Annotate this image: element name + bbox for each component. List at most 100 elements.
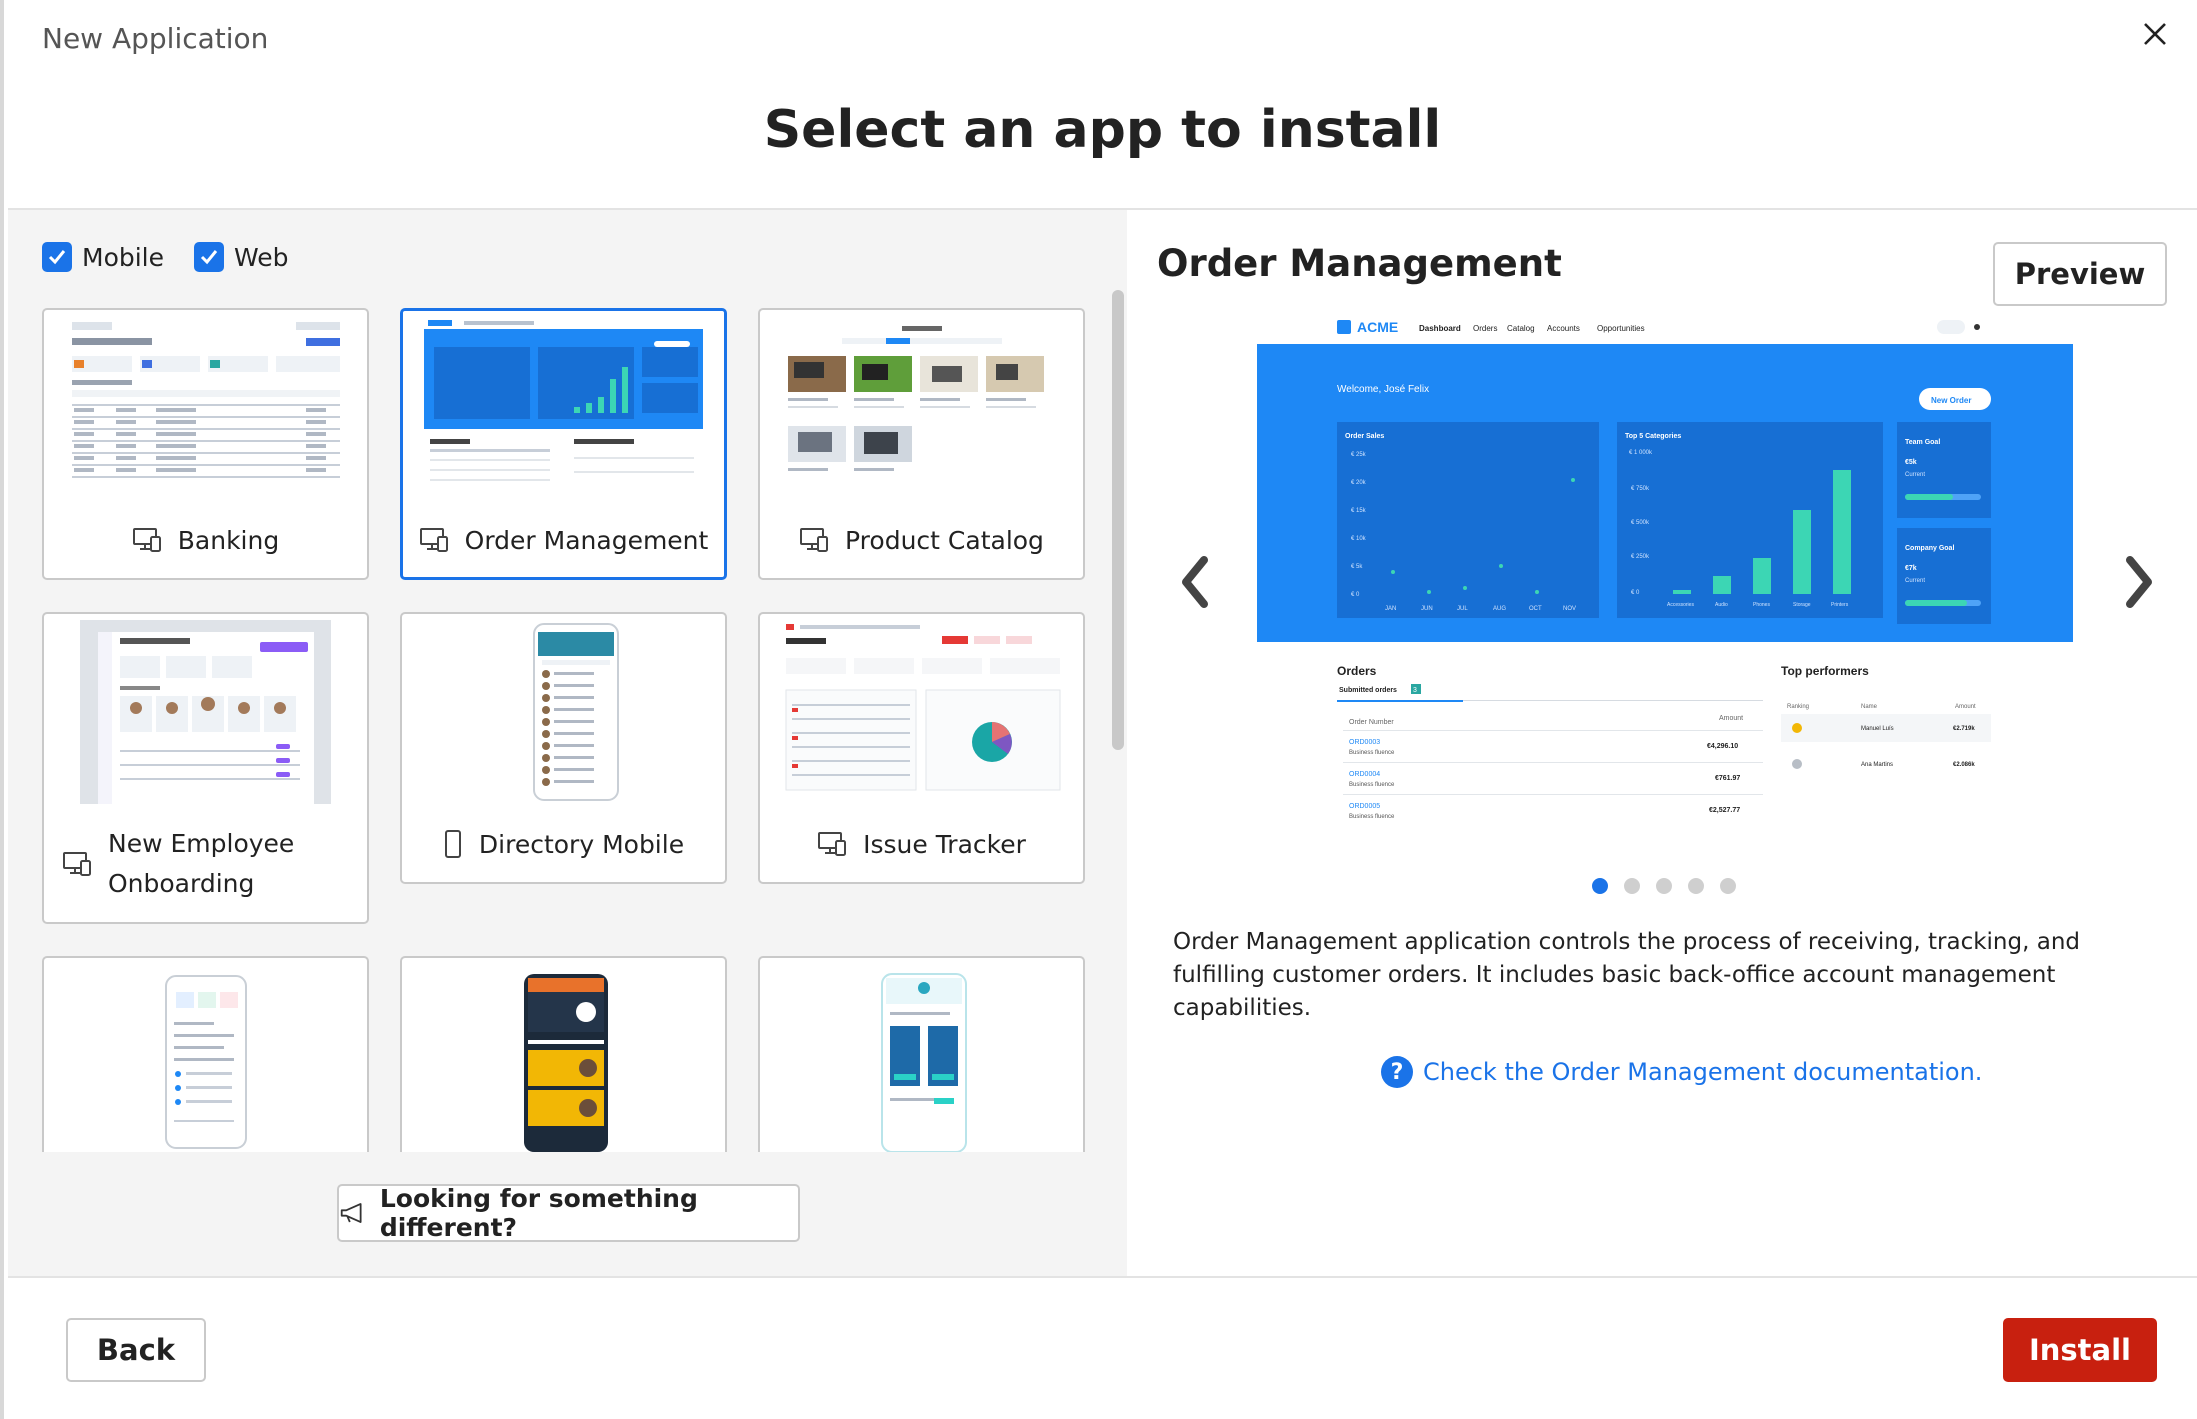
svg-text:JUL: JUL: [1457, 606, 1468, 612]
megaphone-icon: [340, 1203, 362, 1223]
svg-text:€ 1 000k: € 1 000k: [1629, 450, 1653, 456]
issue-tracker-thumbnail: [782, 620, 1061, 802]
checkbox-checked-icon[interactable]: [42, 242, 72, 272]
close-button[interactable]: [2135, 14, 2175, 54]
banking-thumbnail: [66, 316, 345, 498]
app-thumbnail: [782, 964, 1061, 1152]
svg-text:Submitted orders: Submitted orders: [1339, 687, 1397, 694]
svg-text:OCT: OCT: [1529, 606, 1542, 612]
nav-item: Orders: [1473, 324, 1497, 333]
svg-text:Manuel Luís: Manuel Luís: [1861, 726, 1894, 732]
svg-text:Team Goal: Team Goal: [1905, 439, 1940, 446]
help-icon: ?: [1381, 1056, 1413, 1088]
search-icon: [1937, 320, 1965, 334]
svg-text:Phones: Phones: [1753, 602, 1770, 608]
svg-text:€ 500k: € 500k: [1631, 520, 1650, 526]
svg-text:€ 15k: € 15k: [1351, 508, 1367, 514]
svg-text:Amount: Amount: [1719, 715, 1743, 722]
preview-button[interactable]: Preview: [1993, 242, 2167, 306]
app-card-product-catalog[interactable]: Product Catalog: [758, 308, 1085, 580]
brand: ACME: [1357, 319, 1398, 335]
app-card-label: Banking: [44, 520, 367, 560]
svg-text:Business fluence: Business fluence: [1349, 814, 1395, 820]
install-button[interactable]: Install: [2003, 1318, 2157, 1382]
nav-item: Catalog: [1507, 324, 1535, 333]
documentation-link[interactable]: ? Check the Order Management documentati…: [1381, 1056, 1982, 1088]
mobile-icon: [444, 830, 461, 858]
looking-for-something-different-button[interactable]: Looking for something different?: [337, 1184, 800, 1242]
svg-text:Ana Martins: Ana Martins: [1861, 762, 1893, 768]
app-card-label: New Employee Onboarding: [44, 824, 367, 904]
svg-text:Accessories: Accessories: [1667, 602, 1694, 608]
dialog-title: New Application: [42, 22, 269, 55]
carousel-dot[interactable]: [1624, 878, 1640, 894]
filter-mobile[interactable]: Mobile: [42, 242, 164, 272]
filter-mobile-label: Mobile: [82, 242, 165, 272]
svg-text:€ 0: € 0: [1631, 590, 1640, 596]
app-card-order-management[interactable]: Order Management: [400, 308, 727, 580]
app-list-scrollbar[interactable]: [1112, 290, 1124, 750]
carousel-dot[interactable]: [1592, 878, 1608, 894]
svg-text:JAN: JAN: [1385, 606, 1396, 612]
divider: [8, 1276, 2197, 1278]
svg-text:€ 20k: € 20k: [1351, 480, 1367, 486]
new-application-dialog: New Application Select an app to install…: [0, 0, 2197, 1419]
svg-text:AUG: AUG: [1493, 606, 1506, 612]
close-icon: [2144, 23, 2166, 45]
svg-text:Audio: Audio: [1715, 602, 1728, 608]
app-card-directory-mobile[interactable]: Directory Mobile: [400, 612, 727, 884]
back-button[interactable]: Back: [66, 1318, 206, 1382]
svg-text:ORD0005: ORD0005: [1349, 803, 1380, 810]
desktop-mobile-icon: [419, 528, 448, 552]
filter-web[interactable]: Web: [194, 242, 289, 272]
carousel-dot[interactable]: [1688, 878, 1704, 894]
new-employee-onboarding-thumbnail: [80, 620, 331, 804]
carousel-dot[interactable]: [1720, 878, 1736, 894]
nav-item: Opportunities: [1597, 324, 1645, 333]
app-card[interactable]: [42, 956, 369, 1152]
svg-text:€ 10k: € 10k: [1351, 536, 1367, 542]
app-card-label: Product Catalog: [760, 520, 1083, 560]
app-description: Order Management application controls th…: [1173, 929, 2081, 1021]
filter-web-label: Web: [234, 242, 289, 272]
app-card-label: Directory Mobile: [402, 824, 725, 864]
app-card-new-employee-onboarding[interactable]: New Employee Onboarding: [42, 612, 369, 924]
checkbox-checked-icon[interactable]: [194, 242, 225, 272]
app-detail-title: Order Management: [1157, 242, 1562, 285]
svg-text:NOV: NOV: [1563, 606, 1576, 612]
app-card-label: Order Management: [403, 520, 724, 560]
nav-item: Dashboard: [1419, 324, 1461, 333]
app-screenshot-preview: ACME Dashboard Orders Catalog Accounts O…: [1257, 310, 2073, 830]
svg-text:Ranking: Ranking: [1787, 704, 1809, 710]
app-card[interactable]: [400, 956, 727, 1152]
acme-logo-icon: [1337, 320, 1351, 334]
product-catalog-thumbnail: [782, 316, 1061, 498]
app-card-issue-tracker[interactable]: Issue Tracker: [758, 612, 1085, 884]
svg-text:Orders: Orders: [1337, 664, 1377, 678]
page-title: Select an app to install: [763, 100, 1442, 160]
svg-text:Storage: Storage: [1793, 602, 1811, 608]
svg-text:Top performers: Top performers: [1781, 664, 1869, 678]
carousel-dot[interactable]: [1656, 878, 1672, 894]
welcome-text: Welcome, José Felix: [1337, 384, 1429, 395]
carousel-next-button[interactable]: [2117, 552, 2161, 612]
svg-text:€2,527.77: €2,527.77: [1709, 807, 1740, 814]
svg-text:€7k: €7k: [1905, 565, 1917, 572]
svg-text:Name: Name: [1861, 704, 1878, 710]
chevron-left-icon: [1182, 556, 1208, 608]
svg-text:€ 0: € 0: [1351, 592, 1360, 598]
svg-text:€5k: €5k: [1905, 459, 1917, 466]
svg-text:Business fluence: Business fluence: [1349, 750, 1395, 756]
app-list-pane: Mobile Web Banking Order Management Prod…: [8, 210, 1127, 1276]
app-thumbnail: [66, 964, 345, 1152]
chevron-right-icon: [2126, 556, 2152, 608]
svg-text:€ 25k: € 25k: [1351, 452, 1367, 458]
svg-text:3: 3: [1413, 687, 1417, 694]
svg-text:€ 250k: € 250k: [1631, 554, 1650, 560]
app-grid[interactable]: Mobile Web Banking Order Management Prod…: [8, 210, 1108, 1152]
app-card-banking[interactable]: Banking: [42, 308, 369, 580]
svg-text:€2.086k: €2.086k: [1953, 762, 1975, 768]
carousel-prev-button[interactable]: [1173, 552, 1217, 612]
app-card[interactable]: [758, 956, 1085, 1152]
svg-text:€2.719k: €2.719k: [1953, 726, 1975, 732]
